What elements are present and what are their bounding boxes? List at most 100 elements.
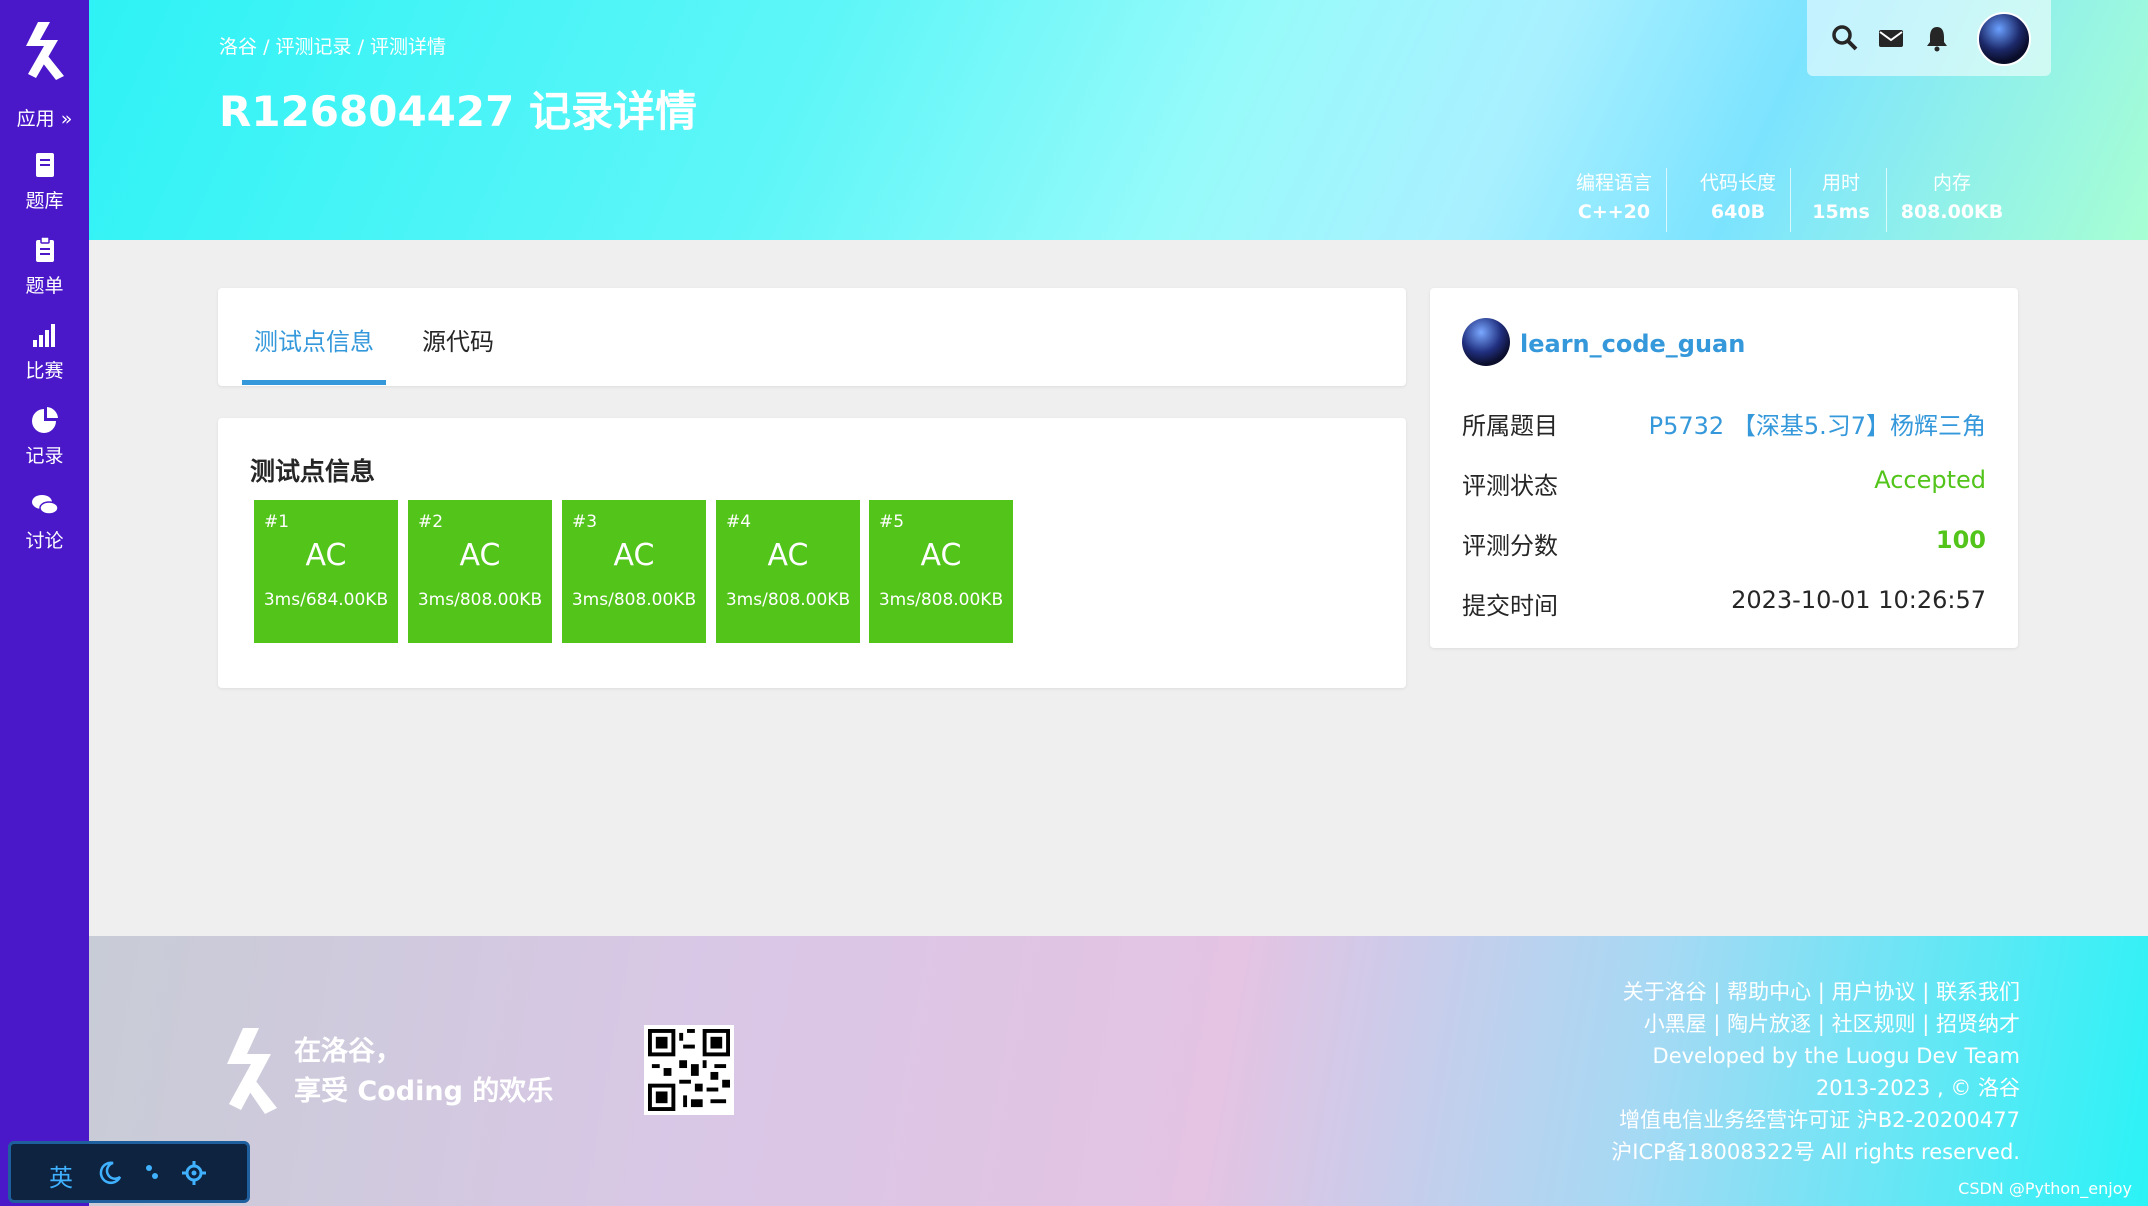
tabs-card: 测试点信息 源代码 <box>218 288 1406 386</box>
stat-code-length: 代码长度 640B <box>1683 168 1793 223</box>
link-dev-team[interactable]: Luogu Dev Team <box>1845 1044 2020 1068</box>
stat-label: 代码长度 <box>1699 172 1776 194</box>
case-number: #3 <box>572 512 598 532</box>
status-value: Accepted <box>1874 466 1986 494</box>
watermark: CSDN @Python_enjoy <box>1958 1179 2132 1198</box>
case-status: AC <box>305 538 347 573</box>
sidebar-item-problems[interactable]: 题库 <box>0 150 89 230</box>
link-jobs[interactable]: 招贤纳才 <box>1936 1012 2020 1036</box>
test-case[interactable]: #5 AC 3ms/808.00KB <box>869 500 1013 643</box>
breadcrumb-records[interactable]: 评测记录 <box>276 36 352 58</box>
case-number: #4 <box>726 512 752 532</box>
link-contact[interactable]: 联系我们 <box>1936 980 2020 1004</box>
test-case[interactable]: #3 AC 3ms/808.00KB <box>562 500 706 643</box>
clipboard-icon <box>35 236 54 262</box>
footer-license[interactable]: 增值电信业务经营许可证 沪B2-20200477 <box>1611 1104 2020 1136</box>
breadcrumb-sep: / <box>263 36 270 58</box>
case-status: AC <box>613 538 655 573</box>
footer-links-row-1: 关于洛谷 | 帮助中心 | 用户协议 | 联系我们 <box>1622 980 2020 1004</box>
stat-value: 808.00KB <box>1900 201 2004 223</box>
case-status: AC <box>767 538 809 573</box>
ime-toolbar: 英 <box>8 1141 250 1203</box>
punct-icon[interactable] <box>143 1162 163 1184</box>
stat-label: 用时 <box>1821 172 1860 194</box>
sidebar-item-label: 讨论 <box>25 530 64 552</box>
link-agreement[interactable]: 用户协议 <box>1832 980 1916 1004</box>
footer-slogan: 在洛谷， 享受 Coding 的欢乐 <box>294 1032 553 1112</box>
link-rules[interactable]: 社区规则 <box>1832 1012 1916 1036</box>
luogu-logo[interactable] <box>18 18 72 82</box>
case-status: AC <box>459 538 501 573</box>
sidebar-item-discuss[interactable]: 讨论 <box>0 490 89 570</box>
info-label: 评测分数 <box>1462 532 1558 560</box>
slogan-line: 在洛谷， <box>294 1036 402 1067</box>
apps-menu[interactable]: 应用 » <box>0 104 89 131</box>
pie-chart-icon <box>31 407 58 433</box>
stat-value: 640B <box>1710 201 1766 223</box>
page-header: 洛谷 / 评测记录 / 评测详情 R126804427 记录详情 编程语言 C+… <box>89 0 2148 240</box>
tab-test-cases[interactable]: 测试点信息 <box>254 322 374 357</box>
sidebar-item-label: 记录 <box>25 445 64 467</box>
submit-time-value: 2023-10-01 10:26:57 <box>1731 586 1986 614</box>
info-label: 所属题目 <box>1462 412 1558 440</box>
case-time-memory: 3ms/808.00KB <box>417 590 543 610</box>
stat-label: 编程语言 <box>1575 172 1652 194</box>
case-time-memory: 3ms/684.00KB <box>263 590 389 610</box>
username-link[interactable]: learn_code_guan <box>1520 330 1745 358</box>
link-help[interactable]: 帮助中心 <box>1727 980 1811 1004</box>
breadcrumb-sep: / <box>357 36 364 58</box>
dev-prefix: Developed by the <box>1652 1044 1846 1068</box>
record-info-card: learn_code_guan 所属题目 P5732 【深基5.习7】杨辉三角 … <box>1430 288 2018 648</box>
case-time-memory: 3ms/808.00KB <box>725 590 851 610</box>
stat-divider <box>1790 168 1791 232</box>
active-tab-indicator <box>242 380 386 385</box>
sidebar-item-contests[interactable]: 比赛 <box>0 320 89 400</box>
sidebar-item-problem-lists[interactable]: 题单 <box>0 235 89 315</box>
chat-icon <box>31 495 59 515</box>
stat-language: 编程语言 C++20 <box>1559 168 1669 223</box>
sidebar: 应用 » 题库 题单 比赛 记录 讨论 <box>0 0 89 1206</box>
stat-divider <box>1886 168 1887 232</box>
gear-icon[interactable] <box>181 1160 207 1186</box>
stat-memory: 内存 808.00KB <box>1897 168 2007 223</box>
info-label: 评测状态 <box>1462 472 1558 500</box>
luogu-logo <box>227 1028 277 1114</box>
link-about[interactable]: 关于洛谷 <box>1623 980 1707 1004</box>
link-ostracism[interactable]: 陶片放逐 <box>1727 1012 1811 1036</box>
stat-time: 用时 15ms <box>1801 168 1881 223</box>
mail-icon[interactable] <box>1877 24 1905 52</box>
footer-links: 关于洛谷 | 帮助中心 | 用户协议 | 联系我们 小黑屋 | 陶片放逐 | 社… <box>1611 976 2020 1168</box>
qr-code-icon <box>648 1029 730 1111</box>
footer-icp[interactable]: 沪ICP备18008322号 All rights reserved. <box>1611 1136 2020 1168</box>
sidebar-item-label: 题单 <box>25 275 64 297</box>
avatar[interactable] <box>1977 12 2031 66</box>
stat-value: C++20 <box>1577 201 1651 223</box>
bell-icon[interactable] <box>1923 24 1951 52</box>
page-title: R126804427 记录详情 <box>219 87 697 136</box>
stat-divider <box>1666 168 1667 232</box>
case-number: #5 <box>879 512 905 532</box>
qr-code <box>644 1025 734 1115</box>
case-time-memory: 3ms/808.00KB <box>878 590 1004 610</box>
section-title: 测试点信息 <box>250 457 376 486</box>
ime-language-toggle[interactable]: 英 <box>49 1158 73 1193</box>
user-avatar[interactable] <box>1462 318 1510 366</box>
test-case[interactable]: #4 AC 3ms/808.00KB <box>716 500 860 643</box>
moon-icon[interactable] <box>97 1160 123 1186</box>
footer-links-row-2: 小黑屋 | 陶片放逐 | 社区规则 | 招贤纳才 <box>1643 1012 2020 1036</box>
footer-copyright: 2013-2023 , © 洛谷 <box>1815 1076 2020 1100</box>
breadcrumb-home[interactable]: 洛谷 <box>219 36 257 58</box>
test-cases-card: 测试点信息 #1 AC 3ms/684.00KB #2 AC 3ms/808.0… <box>218 418 1406 688</box>
tab-source-code[interactable]: 源代码 <box>422 322 494 357</box>
search-icon[interactable] <box>1831 24 1859 52</box>
stat-value: 15ms <box>1812 201 1870 223</box>
stat-label: 内存 <box>1932 172 1971 194</box>
problem-link[interactable]: P5732 【深基5.习7】杨辉三角 <box>1649 406 1986 441</box>
test-case[interactable]: #1 AC 3ms/684.00KB <box>254 500 398 643</box>
test-case[interactable]: #2 AC 3ms/808.00KB <box>408 500 552 643</box>
footer: 在洛谷， 享受 Coding 的欢乐 关于洛谷 | 帮助中心 | 用户协议 | … <box>89 936 2148 1206</box>
case-status: AC <box>920 538 962 573</box>
link-blacklist[interactable]: 小黑屋 <box>1644 1012 1707 1036</box>
sidebar-item-records[interactable]: 记录 <box>0 405 89 485</box>
book-icon <box>35 153 54 177</box>
